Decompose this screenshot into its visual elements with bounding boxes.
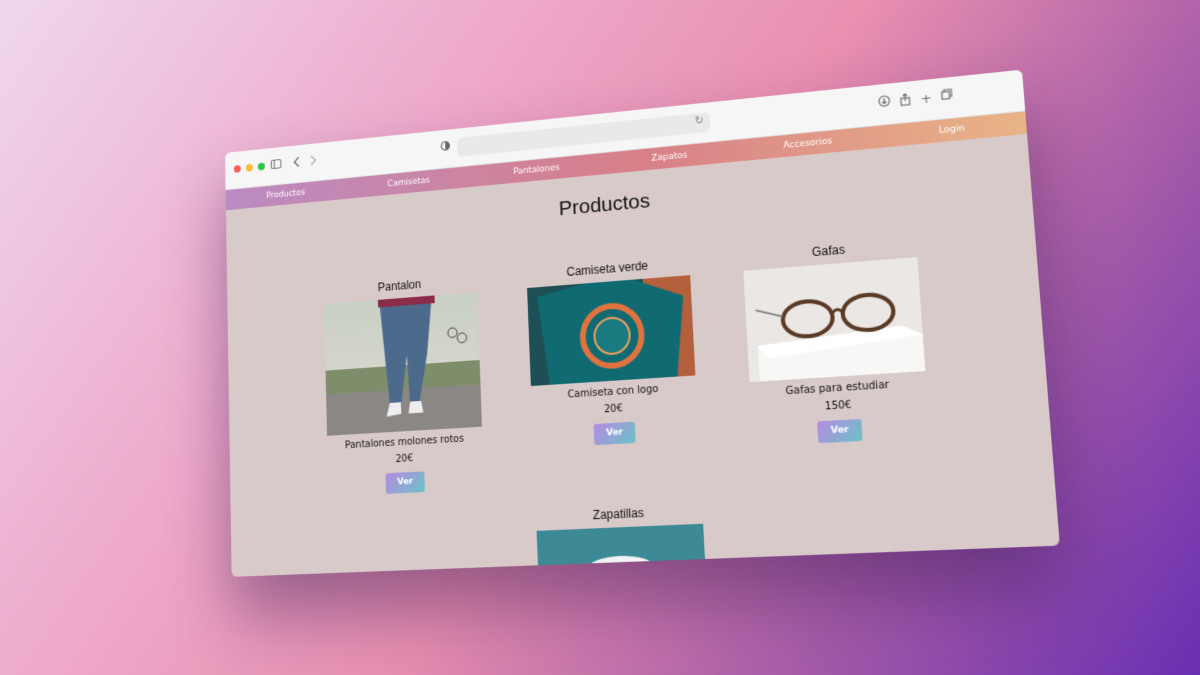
product-card-zapatillas: Zapatillas [536,503,707,577]
product-card-gafas: Gafas Gafas para estudiar 150€ Ver [742,237,930,447]
download-icon[interactable] [875,94,895,114]
minimize-window-button[interactable] [245,163,253,172]
product-name: Zapatillas [592,505,645,523]
view-product-button[interactable]: Ver [817,418,863,444]
product-image[interactable] [743,257,926,383]
forward-arrow-icon[interactable] [305,153,321,171]
product-image[interactable] [527,275,696,387]
shield-icon[interactable] [437,139,454,158]
product-image[interactable] [536,523,707,577]
reload-icon[interactable]: ↻ [694,114,704,128]
share-icon[interactable] [895,92,915,112]
scene: ↻ + Productos Camisetas Pantalones Zapat… [0,0,1200,675]
product-image[interactable] [324,292,482,436]
product-price: 20€ [395,453,414,465]
view-product-button[interactable]: Ver [385,471,425,494]
product-description: Pantalones molones rotos [344,433,465,452]
product-card-camiseta-verde: Camiseta verde Camiseta con logo 20€ Ver [526,255,698,448]
product-card-pantalon: Pantalon Pantalones molones rotos 20€ Ve… [324,273,485,497]
view-product-button[interactable]: Ver [593,421,636,446]
back-arrow-icon[interactable] [289,155,305,173]
window-controls [233,162,265,173]
close-window-button[interactable] [233,164,241,173]
browser-window: ↻ + Productos Camisetas Pantalones Zapat… [225,69,1060,577]
new-tab-icon[interactable]: + [916,90,936,110]
tabs-overview-icon[interactable] [937,88,957,108]
page-content: Productos Pantalon Pantalones molones ro… [226,134,1060,577]
product-price: 150€ [824,399,852,413]
sidebar-icon[interactable] [268,157,284,175]
zoom-window-button[interactable] [257,162,265,171]
product-price: 20€ [603,403,624,416]
